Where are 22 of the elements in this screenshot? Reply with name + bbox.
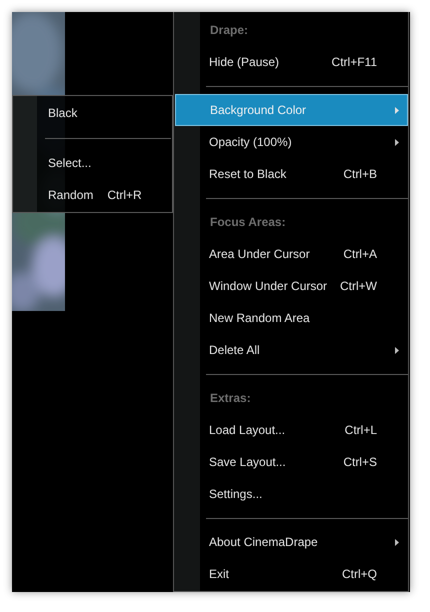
menu-item[interactable]: Save Layout... Ctrl+S: [174, 446, 408, 478]
menu-item[interactable]: Reset to Black Ctrl+B: [174, 158, 408, 190]
section-header: Extras:: [210, 390, 251, 407]
menu-item[interactable]: Window Under Cursor Ctrl+W: [174, 270, 408, 302]
menu-item[interactable]: Settings...: [174, 478, 408, 510]
section-header: Drape:: [210, 22, 248, 39]
menu-item[interactable]: Hide (Pause) Ctrl+F11: [174, 46, 408, 78]
menu-item[interactable]: Random Ctrl+R: [13, 179, 172, 211]
menu-item[interactable]: Opacity (100%): [174, 126, 408, 158]
section-header: Focus Areas:: [210, 214, 286, 231]
menu-item[interactable]: Load Layout... Ctrl+L: [174, 414, 408, 446]
menu-item[interactable]: Black: [13, 97, 172, 129]
menu-item[interactable]: Area Under Cursor Ctrl+A: [174, 238, 408, 270]
menu-item[interactable]: New Random Area: [174, 302, 408, 334]
submenu-arrow-icon: [395, 106, 399, 114]
submenu-arrow-icon: [395, 346, 399, 354]
menu-item[interactable]: About CinemaDrape: [174, 526, 408, 558]
menu-item[interactable]: Exit Ctrl+Q: [174, 558, 408, 590]
submenu-arrow-icon: [395, 138, 399, 146]
menu-item[interactable]: Delete All: [174, 334, 408, 366]
submenu-arrow-icon: [395, 538, 399, 546]
menu-item[interactable]: Select...: [13, 147, 172, 179]
